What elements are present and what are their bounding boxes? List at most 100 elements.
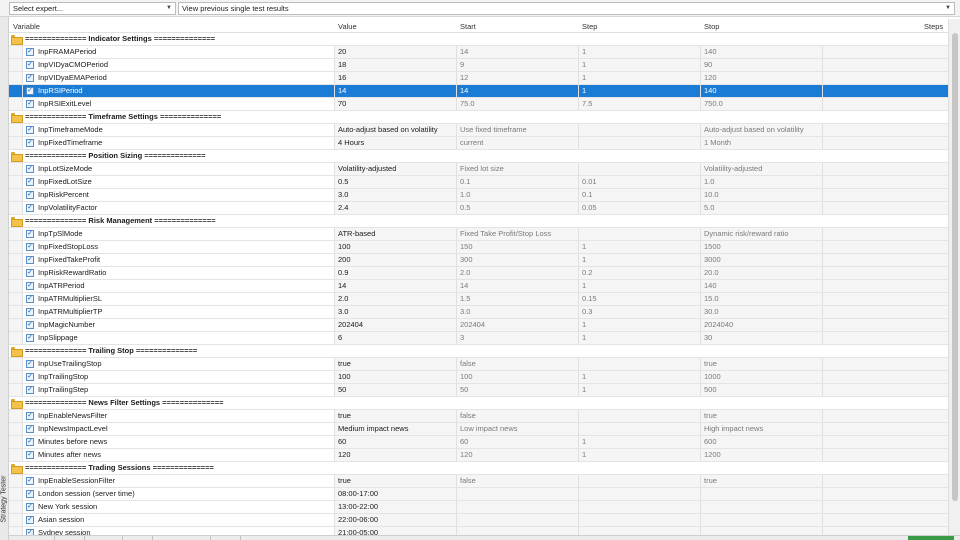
table-row[interactable]: ✓ InpEnableSessionFilter true false true (9, 475, 948, 488)
step-cell[interactable]: 7.5 (580, 98, 701, 110)
value-cell[interactable]: 08:00-17:00 (336, 488, 457, 500)
tab-backtest[interactable] (85, 536, 123, 540)
optimize-checkbox[interactable]: ✓ (26, 191, 34, 199)
step-cell[interactable]: 1 (580, 371, 701, 383)
table-row[interactable]: ✓ InpRiskRewardRatio 0.9 2.0 0.2 20.0 (9, 267, 948, 280)
group-row[interactable]: ============== Indicator Settings ======… (9, 33, 948, 46)
table-row[interactable]: ✓ London session (server time) 08:00-17:00 (9, 488, 948, 501)
optimize-checkbox[interactable]: ✓ (26, 178, 34, 186)
value-cell[interactable]: 18 (336, 59, 457, 71)
optimize-checkbox[interactable]: ✓ (26, 139, 34, 147)
step-cell[interactable]: 1 (580, 436, 701, 448)
vertical-scrollbar[interactable] (948, 19, 960, 540)
column-header-stop[interactable]: Stop (704, 22, 719, 31)
tab-journal[interactable] (211, 536, 241, 540)
stop-cell[interactable]: Auto-adjust based on volatility (702, 124, 823, 136)
step-cell[interactable]: 1 (580, 332, 701, 344)
start-cell[interactable]: 100 (458, 371, 579, 383)
optimize-checkbox[interactable]: ✓ (26, 321, 34, 329)
step-cell[interactable]: 1 (580, 449, 701, 461)
value-cell[interactable]: Auto-adjust based on volatility (336, 124, 457, 136)
table-row[interactable]: ✓ InpRiskPercent 3.0 1.0 0.1 10.0 (9, 189, 948, 202)
table-row[interactable]: ✓ InpLotSizeMode Volatility-adjusted Fixed … (9, 163, 948, 176)
table-row[interactable]: ✓ InpFRAMAPeriod 20 14 1 140 (9, 46, 948, 59)
table-row[interactable]: ✓ Minutes before news 60 60 1 600 (9, 436, 948, 449)
stop-cell[interactable]: 3000 (702, 254, 823, 266)
start-cell[interactable]: false (458, 410, 579, 422)
start-cell[interactable] (458, 501, 579, 513)
table-row[interactable]: ✓ InpTrailingStep 50 50 1 500 (9, 384, 948, 397)
optimize-checkbox[interactable]: ✓ (26, 243, 34, 251)
step-cell[interactable] (580, 501, 701, 513)
start-cell[interactable]: current (458, 137, 579, 149)
value-cell[interactable]: 70 (336, 98, 457, 110)
value-cell[interactable]: 2.4 (336, 202, 457, 214)
step-cell[interactable]: 0.01 (580, 176, 701, 188)
value-cell[interactable]: 0.9 (336, 267, 457, 279)
table-row[interactable]: ✓ InpRSIExitLevel 70 75.0 7.5 750.0 (9, 98, 948, 111)
optimize-checkbox[interactable]: ✓ (26, 334, 34, 342)
stop-cell[interactable]: 500 (702, 384, 823, 396)
optimize-checkbox[interactable]: ✓ (26, 282, 34, 290)
stop-cell[interactable]: 750.0 (702, 98, 823, 110)
value-cell[interactable]: 50 (336, 384, 457, 396)
start-cell[interactable]: 14 (458, 280, 579, 292)
stop-cell[interactable]: 30 (702, 332, 823, 344)
column-header-step[interactable]: Step (582, 22, 597, 31)
stop-cell[interactable]: true (702, 358, 823, 370)
stop-cell[interactable]: 1 Month (702, 137, 823, 149)
step-cell[interactable]: 0.05 (580, 202, 701, 214)
optimize-checkbox[interactable]: ✓ (26, 373, 34, 381)
start-cell[interactable]: 120 (458, 449, 579, 461)
value-cell[interactable]: 16 (336, 72, 457, 84)
stop-cell[interactable] (702, 501, 823, 513)
step-cell[interactable] (580, 488, 701, 500)
stop-cell[interactable]: 1500 (702, 241, 823, 253)
start-cell[interactable]: Low impact news (458, 423, 579, 435)
stop-cell[interactable]: 10.0 (702, 189, 823, 201)
start-cell[interactable]: 0.5 (458, 202, 579, 214)
stop-cell[interactable] (702, 514, 823, 526)
step-cell[interactable] (580, 514, 701, 526)
step-cell[interactable]: 0.3 (580, 306, 701, 318)
value-cell[interactable]: ATR-based (336, 228, 457, 240)
optimize-checkbox[interactable]: ✓ (26, 503, 34, 511)
value-cell[interactable]: true (336, 410, 457, 422)
start-cell[interactable]: Use fixed timeframe (458, 124, 579, 136)
value-cell[interactable]: 60 (336, 436, 457, 448)
value-cell[interactable]: 3.0 (336, 189, 457, 201)
column-header-variable[interactable]: Variable (13, 22, 40, 31)
start-cell[interactable]: Fixed Take Profit/Stop Loss (458, 228, 579, 240)
table-row[interactable]: ✓ InpATRMultiplierTP 3.0 3.0 0.3 30.0 (9, 306, 948, 319)
step-cell[interactable]: 1 (580, 72, 701, 84)
start-cell[interactable]: 9 (458, 59, 579, 71)
value-cell[interactable]: 22:00-06:00 (336, 514, 457, 526)
stop-cell[interactable]: 20.0 (702, 267, 823, 279)
tab-inputs[interactable] (55, 536, 85, 540)
optimize-checkbox[interactable]: ✓ (26, 100, 34, 108)
step-cell[interactable]: 0.15 (580, 293, 701, 305)
start-cell[interactable]: 1.0 (458, 189, 579, 201)
optimize-checkbox[interactable]: ✓ (26, 256, 34, 264)
step-cell[interactable]: 1 (580, 280, 701, 292)
start-cell[interactable]: Fixed lot size (458, 163, 579, 175)
table-row[interactable]: ✓ InpVolatilityFactor 2.4 0.5 0.05 5.0 (9, 202, 948, 215)
table-row[interactable]: ✓ InpEnableNewsFilter true false true (9, 410, 948, 423)
start-cell[interactable]: 202404 (458, 319, 579, 331)
optimize-checkbox[interactable]: ✓ (26, 48, 34, 56)
step-cell[interactable] (580, 124, 701, 136)
table-row[interactable]: ✓ InpFixedLotSize 0.5 0.1 0.01 1.0 (9, 176, 948, 189)
optimize-checkbox[interactable]: ✓ (26, 87, 34, 95)
group-row[interactable]: ============== Trailing Stop ===========… (9, 345, 948, 358)
step-cell[interactable]: 0.2 (580, 267, 701, 279)
table-row[interactable]: ✓ InpMagicNumber 202404 202404 1 2024040 (9, 319, 948, 332)
table-row[interactable]: ✓ InpFixedTimeframe 4 Hours current 1 Month (9, 137, 948, 150)
step-cell[interactable] (580, 137, 701, 149)
start-button[interactable] (908, 536, 954, 540)
stop-cell[interactable] (702, 488, 823, 500)
start-cell[interactable]: 75.0 (458, 98, 579, 110)
start-cell[interactable]: 3.0 (458, 306, 579, 318)
stop-cell[interactable]: 90 (702, 59, 823, 71)
table-row[interactable]: ✓ InpVIDyaCMOPeriod 18 9 1 90 (9, 59, 948, 72)
step-cell[interactable]: 1 (580, 85, 701, 97)
